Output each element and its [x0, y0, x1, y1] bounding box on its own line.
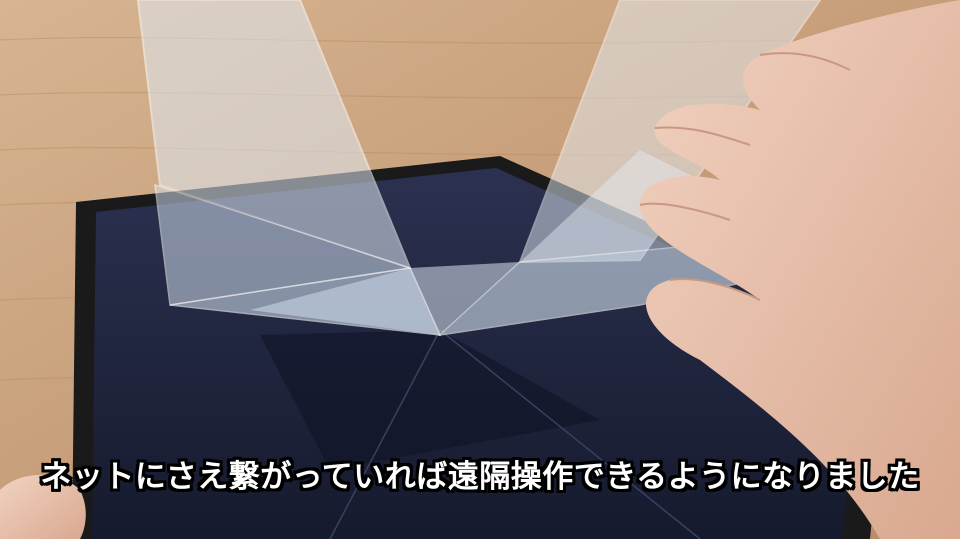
subtitle-caption: ネットにさえ繋がっていれば遠隔操作できるようになりました: [40, 459, 920, 495]
